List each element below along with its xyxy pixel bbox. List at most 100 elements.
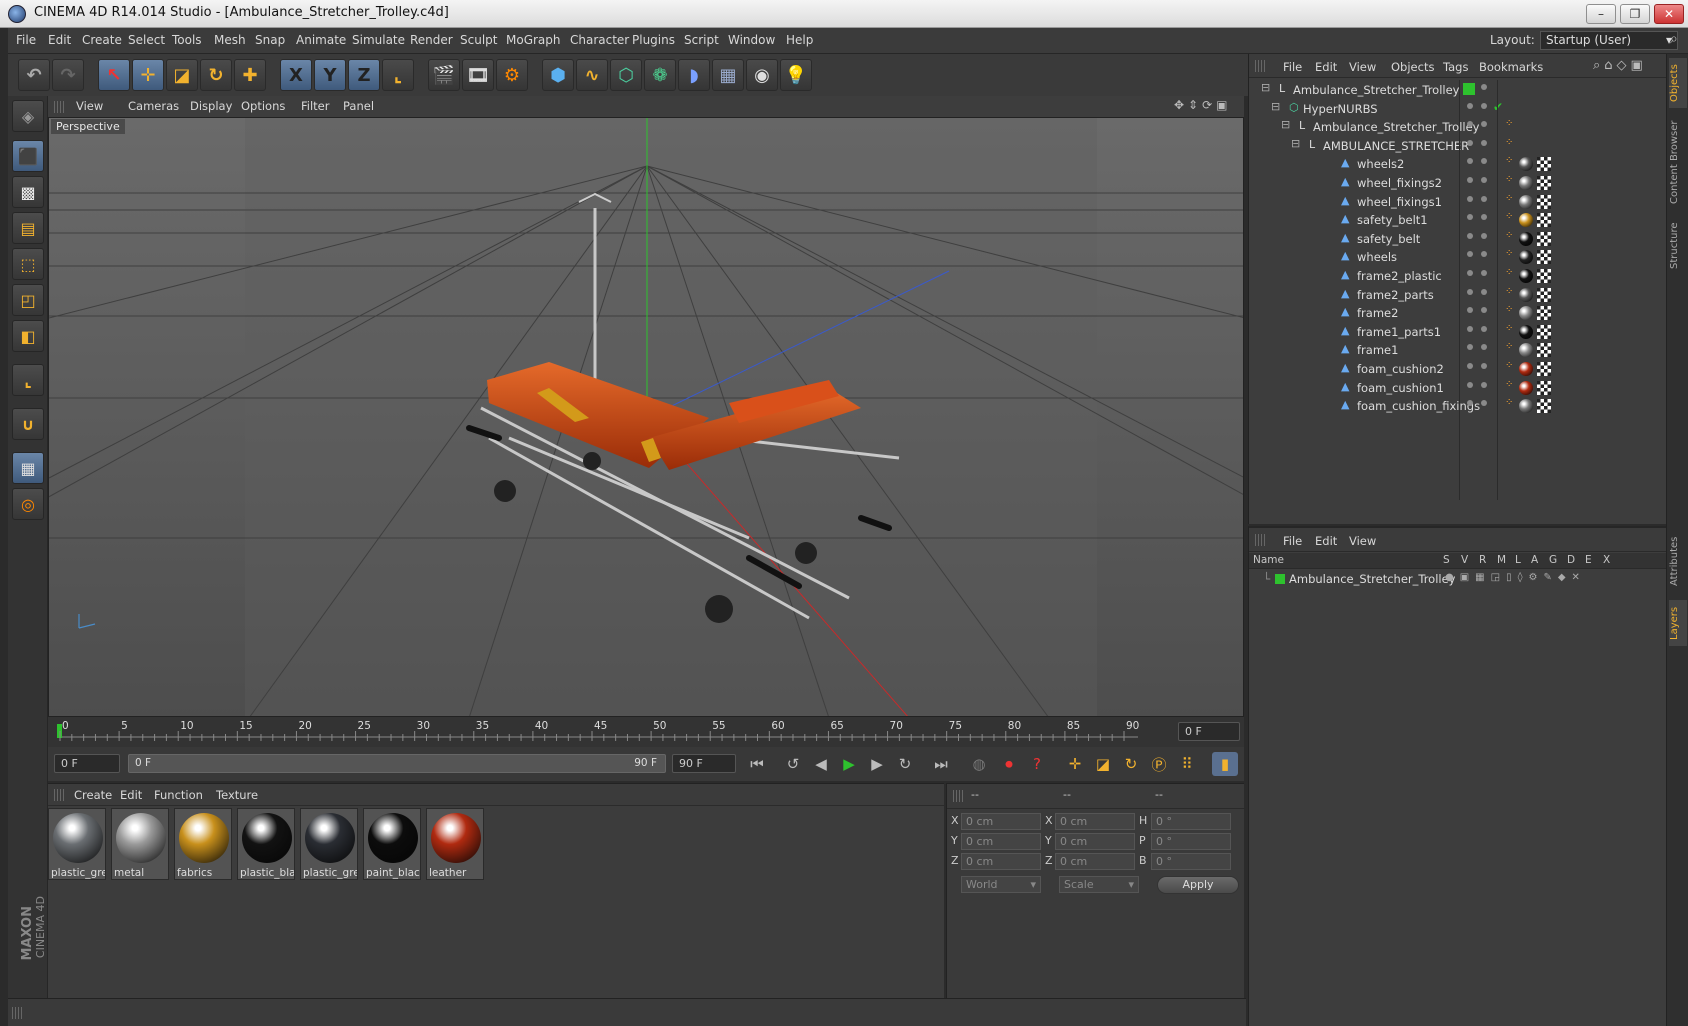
editor-visibility-dot[interactable] — [1467, 288, 1473, 295]
next-key-icon[interactable]: ↻ — [892, 752, 918, 776]
render-settings-icon[interactable]: ⚙ — [496, 59, 528, 91]
expand-toggle-icon[interactable]: ⊟ — [1261, 81, 1270, 94]
menu-file[interactable]: File — [16, 33, 36, 47]
editor-visibility-dot[interactable] — [1467, 363, 1473, 369]
editor-visibility-dot[interactable] — [1467, 381, 1473, 388]
phong-tag-icon[interactable]: ⁘ — [1505, 304, 1513, 315]
material-swatch[interactable]: plastic_bla — [237, 808, 295, 880]
magnet-icon[interactable]: ∪ — [12, 408, 44, 440]
material-swatch[interactable]: metal — [111, 808, 169, 880]
key-rotation-icon[interactable]: ↻ — [1118, 752, 1144, 776]
x-axis-icon[interactable]: X — [280, 59, 312, 91]
maximize-button[interactable]: ❐ — [1620, 4, 1650, 24]
play-icon[interactable]: ▶ — [836, 752, 862, 776]
render-visibility-dot[interactable] — [1481, 400, 1487, 407]
uvw-tag-icon[interactable] — [1537, 157, 1551, 172]
editor-visibility-dot[interactable] — [1467, 177, 1473, 183]
object-row[interactable]: ▲ wheels2 ⁘ — [1249, 154, 1667, 174]
nurbs-icon[interactable]: ⬡ — [610, 59, 642, 91]
editor-visibility-dot[interactable] — [1467, 270, 1473, 276]
material-tag-icon[interactable] — [1519, 362, 1533, 376]
editor-visibility-dot[interactable] — [1467, 158, 1473, 165]
axis-mode-icon[interactable]: ⌞ — [12, 364, 44, 396]
editor-visibility-dot[interactable] — [1467, 251, 1473, 258]
editor-visibility-dot[interactable] — [1467, 195, 1473, 202]
render-visibility-dot[interactable] — [1481, 307, 1487, 314]
material-tag-icon[interactable] — [1519, 287, 1533, 302]
minimize-button[interactable]: – — [1586, 4, 1616, 24]
object-row[interactable]: ▲ foam_cushion1 ⁘ — [1249, 378, 1667, 398]
viewport-menu-options[interactable]: Options — [241, 99, 285, 113]
timeline-mode-icon[interactable]: ▮ — [1212, 752, 1238, 776]
material-swatch[interactable]: leather — [426, 808, 484, 880]
object-row[interactable]: ▲ safety_belt ⁘ — [1249, 229, 1667, 249]
menu-help[interactable]: Help — [786, 33, 813, 47]
render-visibility-dot[interactable] — [1481, 381, 1487, 388]
render-visibility-dot[interactable] — [1481, 121, 1487, 128]
scale-dropdown[interactable]: Scale ▾ — [1059, 876, 1139, 893]
menu-script[interactable]: Script — [684, 33, 719, 47]
menu-window[interactable]: Window — [728, 33, 775, 47]
position-x-field[interactable]: 0 cm — [961, 813, 1041, 830]
uvw-tag-icon[interactable] — [1537, 399, 1551, 414]
render-picture-viewer-icon[interactable]: 🎞 — [462, 59, 494, 91]
object-nav-icons[interactable]: ⌕⌂◇▣ — [1593, 58, 1647, 73]
object-row[interactable]: ▲ frame1_parts1 ⁘ — [1249, 322, 1667, 342]
viewport-menu-panel[interactable]: Panel — [343, 99, 374, 113]
render-visibility-dot[interactable] — [1481, 288, 1487, 295]
material-menu-create[interactable]: Create — [74, 788, 112, 802]
material-swatch[interactable]: fabrics — [174, 808, 232, 880]
uvw-tag-icon[interactable] — [1537, 287, 1551, 302]
uvw-tag-icon[interactable] — [1537, 176, 1551, 190]
menu-plugins[interactable]: Plugins — [632, 33, 675, 47]
phong-tag-icon[interactable]: ⁘ — [1505, 248, 1513, 259]
workplane-icon[interactable]: ▤ — [12, 212, 44, 244]
auto-keying-icon[interactable]: ⏺ — [996, 752, 1022, 776]
phong-tag-icon[interactable]: ⁘ — [1505, 230, 1513, 241]
object-row[interactable]: ▲ safety_belt1 ⁘ — [1249, 210, 1667, 230]
undo-icon[interactable]: ↶ — [18, 59, 50, 91]
layout-dropdown[interactable]: Startup (User) ▾ — [1540, 31, 1678, 50]
menu-create[interactable]: Create — [82, 33, 122, 47]
layer-menu-view[interactable]: View — [1349, 534, 1376, 548]
model-mode-icon[interactable]: ⬛ — [12, 140, 44, 172]
render-visibility-dot[interactable] — [1481, 270, 1487, 276]
editor-visibility-dot[interactable] — [1467, 214, 1473, 221]
material-tag-icon[interactable] — [1519, 213, 1533, 228]
viewport-menu-cameras[interactable]: Cameras — [128, 99, 179, 113]
redo-icon[interactable]: ↷ — [52, 59, 84, 91]
layer-color-tag[interactable] — [1463, 83, 1475, 95]
object-row[interactable]: ▲ frame2_parts ⁘ — [1249, 285, 1667, 305]
material-menu-texture[interactable]: Texture — [216, 788, 258, 802]
viewport-menu-view[interactable]: View — [76, 99, 103, 113]
material-tag-icon[interactable] — [1519, 306, 1533, 321]
polygons-mode-icon[interactable]: ◧ — [12, 320, 44, 352]
key-scale-icon[interactable]: ◪ — [1090, 752, 1116, 776]
menu-sculpt[interactable]: Sculpt — [460, 33, 497, 47]
tab-attributes[interactable]: Attributes — [1669, 528, 1687, 594]
editor-visibility-dot[interactable] — [1467, 102, 1473, 109]
editor-visibility-dot[interactable] — [1467, 139, 1473, 146]
z-axis-icon[interactable]: Z — [348, 59, 380, 91]
layer-menu-file[interactable]: File — [1283, 534, 1302, 548]
scale-icon[interactable]: ◪ — [166, 59, 198, 91]
size-y-field[interactable]: 0 cm — [1055, 833, 1135, 850]
render-visibility-dot[interactable] — [1481, 344, 1487, 351]
light-icon[interactable]: 💡 — [780, 59, 812, 91]
world-coord-icon[interactable]: ⌞ — [382, 59, 414, 91]
phong-tag-icon[interactable]: ⁘ — [1505, 379, 1513, 390]
points-mode-icon[interactable]: ⬚ — [12, 248, 44, 280]
y-axis-icon[interactable]: Y — [314, 59, 346, 91]
render-visibility-dot[interactable] — [1481, 102, 1487, 109]
go-to-end-icon[interactable]: ⏭ — [928, 752, 954, 776]
editor-visibility-dot[interactable] — [1467, 307, 1473, 314]
object-row[interactable]: ▲ wheels ⁘ — [1249, 247, 1667, 267]
uvw-tag-icon[interactable] — [1537, 194, 1551, 209]
expand-toggle-icon[interactable]: ⊟ — [1291, 137, 1300, 150]
app-icon[interactable] — [8, 5, 26, 23]
size-z-field[interactable]: 0 cm — [1055, 853, 1135, 870]
next-frame-icon[interactable]: ▶ — [864, 752, 890, 776]
position-y-field[interactable]: 0 cm — [961, 833, 1041, 850]
tab-content-browser[interactable]: Content Browser — [1669, 114, 1687, 210]
key-position-icon[interactable]: ✛ — [1062, 752, 1088, 776]
